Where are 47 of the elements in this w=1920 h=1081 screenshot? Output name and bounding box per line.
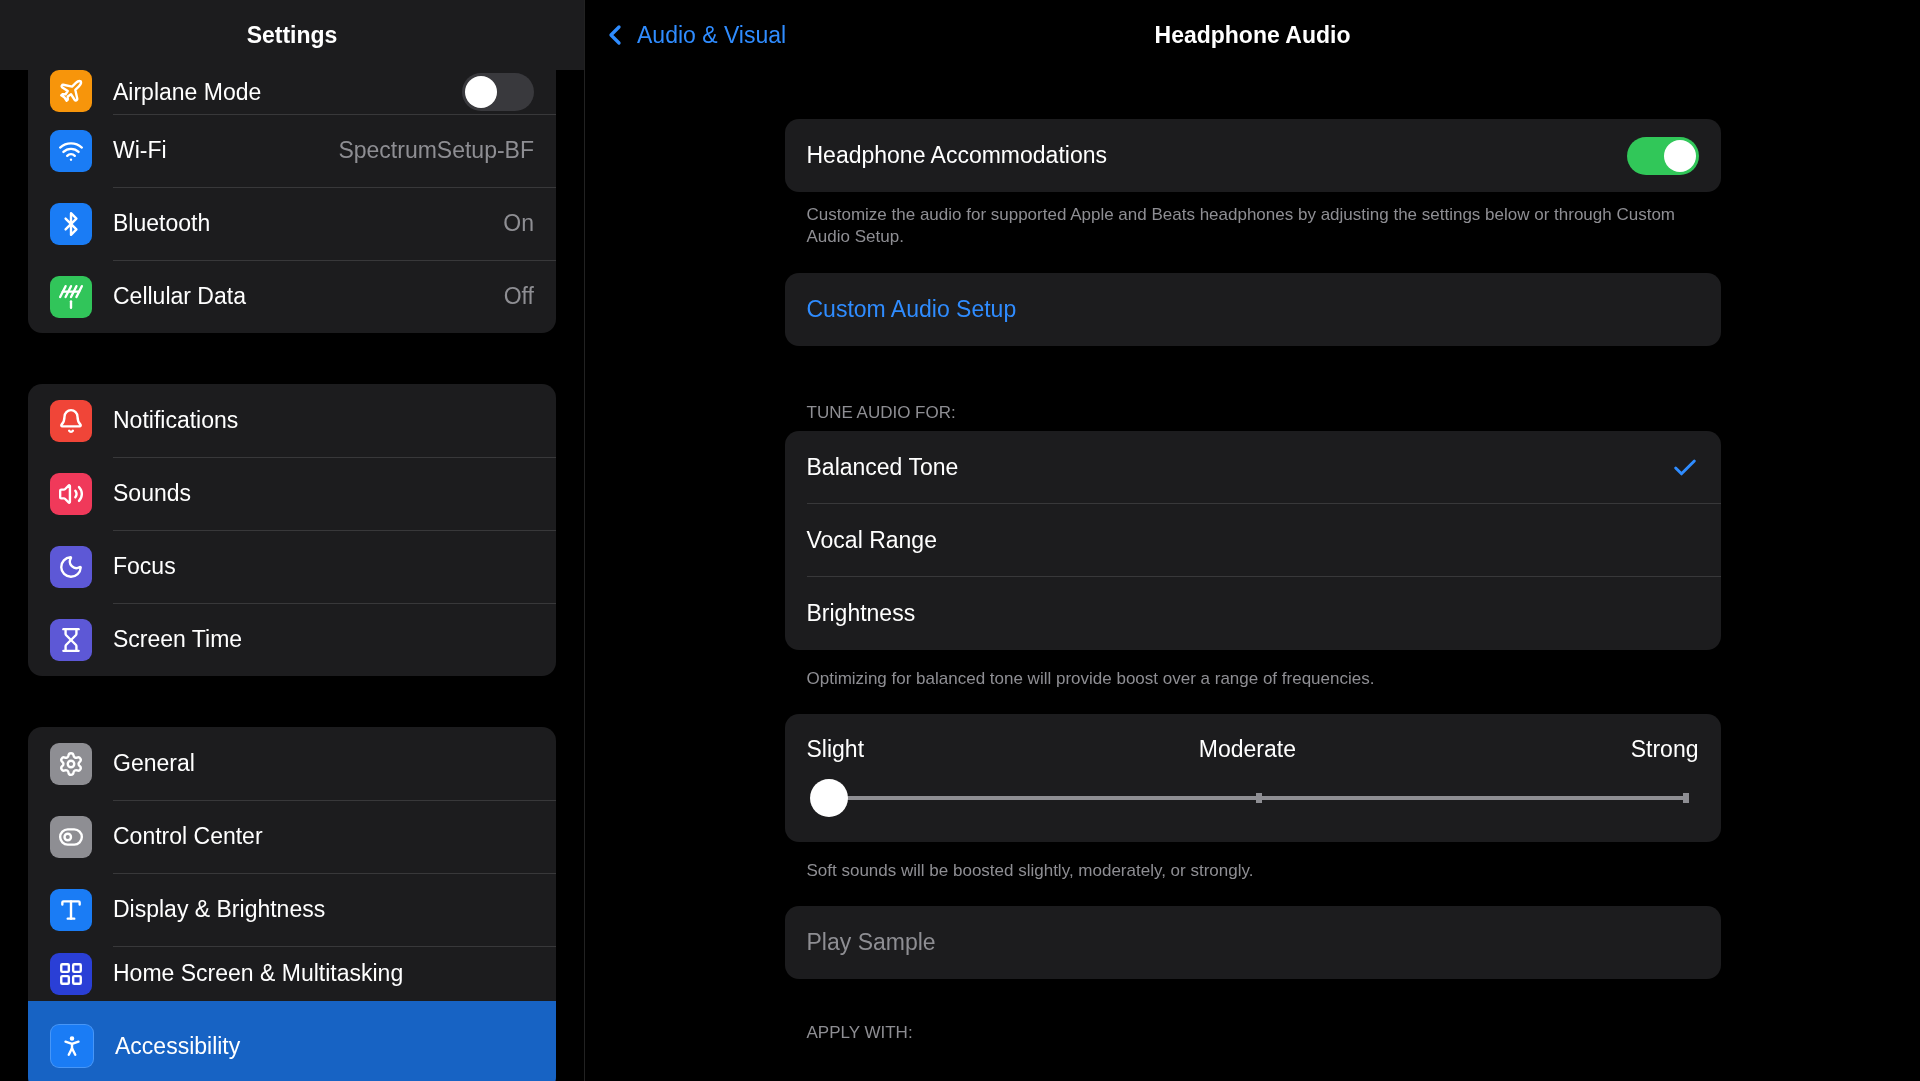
slider-label: Moderate [1198,736,1296,763]
item-label: Airplane Mode [113,78,263,106]
sidebar-item[interactable]: Control Center [28,800,556,873]
item-label: Home Screen & Multitasking [113,959,405,987]
item-value: Off [503,283,534,310]
item-label: Bluetooth [113,209,212,237]
item-label: General [113,749,196,777]
item-label: Cellular Data [113,283,247,310]
back-link[interactable]: Audio & Visual [599,19,787,51]
sidebar-item[interactable]: Notifications [28,384,556,457]
footer-text: Customize the audio for supported Apple and Beats headphones by adjusting the settings below or through Custom Audio Setup. [806,204,1676,248]
footer-text: Soft sounds will be boosted slightly, moderately, or strongly. [806,860,1255,882]
boost-slider[interactable] [809,779,1689,817]
sidebar-item[interactable]: Accessibility [28,1001,556,1081]
sidebar-item[interactable]: Wi-Fi SpectrumSetup-BF [28,114,556,187]
sidebar-item[interactable]: Focus [28,530,556,603]
sidebar-item[interactable]: Airplane Mode [28,70,556,114]
item-label: Notifications [113,406,240,434]
toggle-switch[interactable] [1626,136,1699,175]
sidebar-item[interactable]: Cellular Data Off [28,260,556,333]
item-label: Focus [113,552,177,580]
section-header: APPLY WITH: [806,1023,914,1043]
sidebar-title: Settings [246,21,338,49]
sidebar-item[interactable]: Sounds [28,457,556,530]
sidebar-item[interactable]: General [28,727,556,800]
item-label: Display & Brightness [113,895,327,923]
item-label: Wi-Fi [113,136,168,164]
footer-text: Optimizing for balanced tone will provide boost over a range of frequencies. [806,668,1376,690]
option-row[interactable]: Vocal Range [784,504,1721,577]
section-header: TUNE AUDIO FOR: [806,403,957,423]
option-row[interactable]: Balanced Tone [784,431,1721,504]
sidebar-item[interactable]: Screen Time [28,603,556,676]
item-label: Sounds [113,479,192,507]
toggle-switch[interactable] [462,73,534,111]
slider-label: Slight [806,736,865,763]
slider-label: Strong [1630,736,1699,763]
page-title: Headphone Audio [1154,21,1351,49]
item-label: Control Center [113,822,264,850]
sidebar-item[interactable]: Display & Brightness [28,873,556,946]
item-value: On [503,209,534,237]
item-label: Screen Time [113,626,244,653]
item-label: Accessibility [115,1032,242,1060]
row-label: Headphone Accommodations [806,142,1108,169]
sidebar-item[interactable]: Bluetooth On [28,187,556,260]
custom-audio-setup-link[interactable]: Custom Audio Setup [784,273,1721,346]
item-value: SpectrumSetup-BF [338,136,534,164]
option-row[interactable]: Brightness [784,577,1721,650]
